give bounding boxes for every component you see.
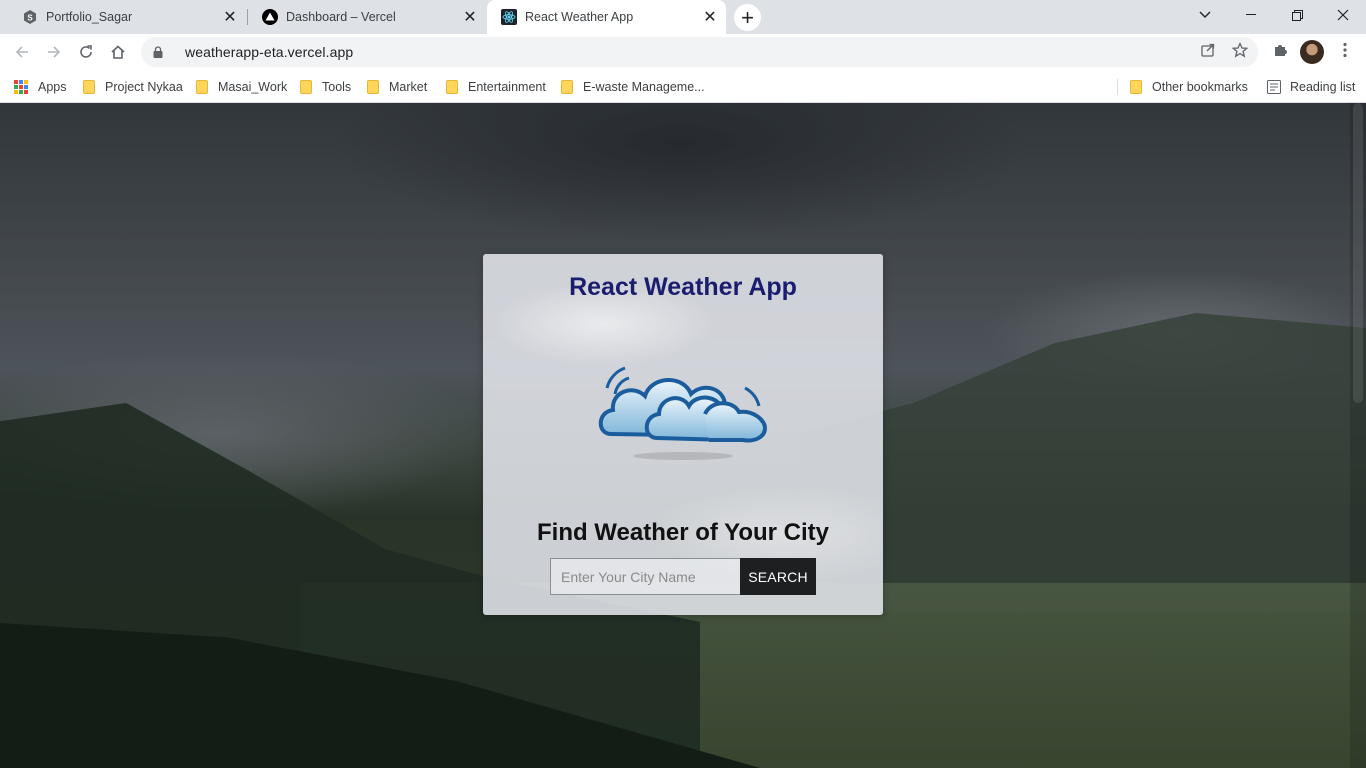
tab-vercel[interactable]: Dashboard – Vercel ✕ xyxy=(248,0,486,34)
tab-strip: S Portfolio_Sagar ✕ Dashboard – Vercel ✕… xyxy=(0,0,1366,34)
search-form: SEARCH xyxy=(550,558,816,595)
close-icon[interactable]: ✕ xyxy=(462,9,478,26)
folder-icon xyxy=(446,80,458,94)
page-scrollbar[interactable] xyxy=(1350,103,1366,768)
bookmark-apps[interactable]: Apps xyxy=(14,76,67,98)
bookmark-star-icon[interactable] xyxy=(1231,41,1249,59)
scrollbar-thumb[interactable] xyxy=(1353,103,1363,403)
extensions-puzzle-icon[interactable] xyxy=(1271,41,1289,59)
mountain-ridge xyxy=(800,313,1366,613)
bookmark-masai-work[interactable]: Masai_Work xyxy=(196,76,287,98)
search-button[interactable]: SEARCH xyxy=(740,558,816,595)
folder-icon xyxy=(1130,80,1142,94)
window-close-icon[interactable] xyxy=(1320,0,1366,30)
bookmark-tools[interactable]: Tools xyxy=(300,76,351,98)
folder-icon xyxy=(367,80,379,94)
tab-title: Dashboard – Vercel xyxy=(286,10,396,24)
svg-text:S: S xyxy=(27,14,33,23)
bookmark-market[interactable]: Market xyxy=(367,76,427,98)
lock-icon[interactable] xyxy=(153,46,167,58)
bookmark-entertainment[interactable]: Entertainment xyxy=(446,76,546,98)
tab-search-chevron-icon[interactable] xyxy=(1182,0,1228,30)
forward-icon[interactable] xyxy=(40,38,68,66)
url-text[interactable]: weatherapp-eta.vercel.app xyxy=(185,44,353,60)
share-icon[interactable] xyxy=(1199,41,1217,59)
reading-list-label: Reading list xyxy=(1290,80,1356,94)
bookmark-label: Masai_Work xyxy=(218,80,288,94)
bookmark-project-nykaa[interactable]: Project Nykaa xyxy=(83,76,183,98)
bookmark-label: E-waste Manageme... xyxy=(583,80,705,94)
minimize-icon[interactable] xyxy=(1228,0,1274,30)
folder-icon xyxy=(83,80,95,94)
reading-list-icon xyxy=(1267,80,1281,94)
page-background: React Weather App Find Weather of Your C… xyxy=(0,103,1366,768)
bookmark-label: Entertainment xyxy=(468,80,546,94)
folder-icon xyxy=(300,80,312,94)
kebab-menu-icon[interactable] xyxy=(1336,41,1354,59)
bookmarks-bar: Apps Project Nykaa Masai_Work Tools Mark… xyxy=(0,70,1366,103)
city-search-input[interactable] xyxy=(550,558,740,595)
portfolio-favicon-icon: S xyxy=(22,9,38,25)
bookmark-label: Tools xyxy=(322,80,352,94)
bookmark-label: Apps xyxy=(38,80,67,94)
reading-list[interactable]: Reading list xyxy=(1267,76,1355,98)
tab-react-weather[interactable]: React Weather App ✕ xyxy=(487,0,726,34)
home-icon[interactable] xyxy=(104,38,132,66)
bookmarks-divider xyxy=(1117,79,1118,95)
bookmark-label: Market xyxy=(389,80,428,94)
cloud-logo-icon xyxy=(598,366,768,460)
tab-title: React Weather App xyxy=(525,10,634,24)
apps-grid-icon xyxy=(14,80,28,94)
app-title: React Weather App xyxy=(569,273,797,301)
tab-portfolio[interactable]: S Portfolio_Sagar ✕ xyxy=(8,0,246,34)
folder-icon xyxy=(196,80,208,94)
folder-icon xyxy=(561,80,573,94)
reload-icon[interactable] xyxy=(72,38,100,66)
profile-avatar[interactable] xyxy=(1300,40,1324,64)
close-icon[interactable]: ✕ xyxy=(222,9,238,26)
weather-card: React Weather App Find Weather of Your C… xyxy=(483,254,883,615)
bookmark-e-waste[interactable]: E-waste Manageme... xyxy=(561,76,705,98)
vercel-favicon-icon xyxy=(262,9,278,25)
bookmark-label: Project Nykaa xyxy=(105,80,183,94)
address-bar[interactable]: weatherapp-eta.vercel.app xyxy=(141,37,1258,67)
find-weather-heading: Find Weather of Your City xyxy=(536,519,830,546)
back-icon[interactable] xyxy=(8,38,36,66)
new-tab-button[interactable]: + xyxy=(734,4,761,31)
bookmark-other[interactable]: Other bookmarks xyxy=(1130,76,1248,98)
other-bookmarks-label: Other bookmarks xyxy=(1152,80,1248,94)
restore-icon[interactable] xyxy=(1274,0,1320,30)
browser-toolbar: weatherapp-eta.vercel.app xyxy=(0,34,1366,70)
close-icon[interactable]: ✕ xyxy=(702,9,718,26)
tab-title: Portfolio_Sagar xyxy=(46,10,133,24)
react-favicon-icon xyxy=(501,9,517,25)
